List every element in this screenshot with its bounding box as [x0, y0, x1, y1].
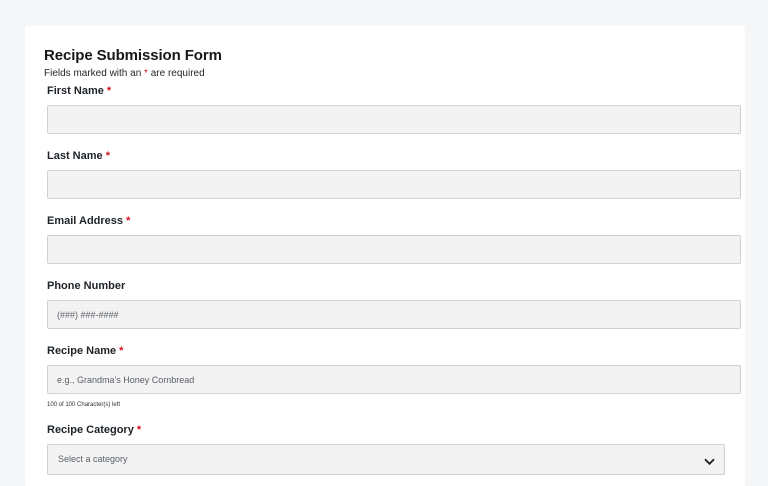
required-asterisk: * [136, 424, 142, 436]
chevron-down-icon [704, 453, 715, 471]
last-name-input[interactable] [47, 170, 741, 199]
phone-label: Phone Number [47, 280, 125, 292]
recipe-category-selected-value: Select a category [58, 454, 128, 464]
recipe-name-label-text: Recipe Name [47, 345, 117, 357]
email-label-text: Email Address [47, 215, 124, 227]
character-counter: 100 of 100 Character(s) left [47, 402, 121, 408]
first-name-label: First Name * [47, 85, 111, 97]
required-note-prefix: Fields marked with an [44, 68, 145, 79]
required-asterisk: * [126, 215, 131, 227]
required-asterisk: * [119, 345, 124, 357]
recipe-category-label-text: Recipe Category [47, 424, 134, 436]
form-card: Recipe Submission Form Fields marked wit… [25, 26, 745, 486]
phone-input[interactable] [47, 300, 741, 329]
required-fields-note: Fields marked with an * are required [44, 68, 205, 79]
required-asterisk: * [106, 85, 112, 97]
email-input[interactable] [47, 235, 741, 264]
phone-label-text: Phone Number [47, 280, 126, 292]
email-label: Email Address * [47, 215, 130, 227]
last-name-label: Last Name * [47, 150, 110, 162]
recipe-category-label: Recipe Category * [47, 424, 141, 436]
required-asterisk: * [105, 150, 110, 162]
last-name-label-text: Last Name [47, 150, 103, 162]
first-name-input[interactable] [47, 105, 741, 134]
required-note-suffix: are required [147, 68, 205, 79]
first-name-label-text: First Name [47, 85, 104, 97]
recipe-name-label: Recipe Name * [47, 345, 123, 357]
recipe-category-select[interactable]: Select a category [47, 444, 725, 475]
form-title: Recipe Submission Form [44, 47, 222, 64]
recipe-name-input[interactable] [47, 365, 741, 394]
